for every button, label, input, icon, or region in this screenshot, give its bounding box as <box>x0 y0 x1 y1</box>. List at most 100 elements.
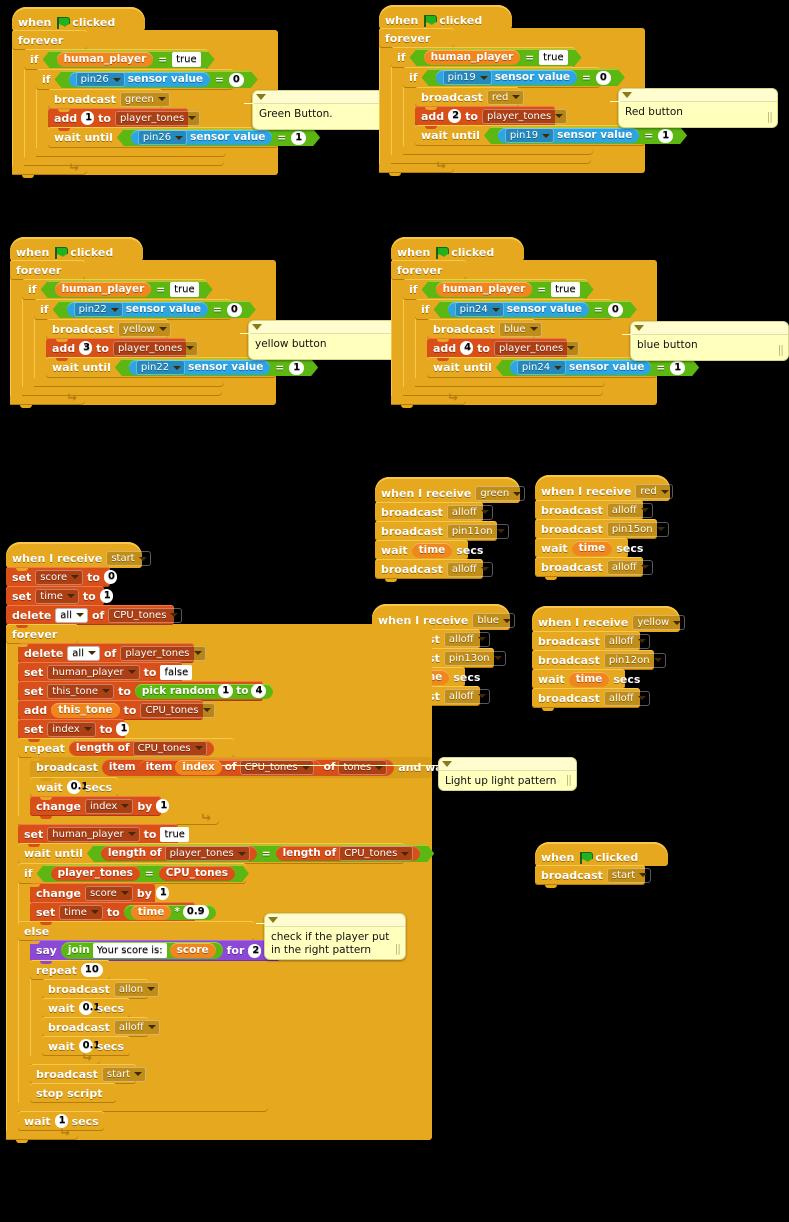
when-green-flag-clicked-hat[interactable]: when clicked <box>10 237 143 264</box>
receive-message-dropdown[interactable]: blue <box>472 613 515 628</box>
sensor-target-one[interactable]: 1 <box>670 361 685 375</box>
equals-operator-sensor[interactable]: pin19 sensor value = 0 <box>422 69 625 86</box>
sensor-target-zero[interactable]: 0 <box>596 71 611 85</box>
if-header-outer[interactable]: if human_player = true <box>22 279 206 303</box>
if-header-outer[interactable]: if human_player = true <box>24 49 208 73</box>
value-true[interactable]: true <box>539 50 568 65</box>
repeat-count[interactable]: 10 <box>80 963 103 977</box>
comment-red-button[interactable]: Red button || <box>618 88 778 128</box>
if-human-player-block[interactable]: if human_player = true if <box>403 279 657 399</box>
variable-dropdown[interactable]: score <box>35 569 84 585</box>
say-score-block[interactable]: say join Your score is: score for 2 secs <box>30 940 293 964</box>
list-dropdown[interactable]: player_tones <box>115 110 201 126</box>
resize-grip-icon[interactable]: || <box>566 773 573 786</box>
green-flag-start-script[interactable]: when clicked broadcast start <box>535 842 668 888</box>
broadcast-message-dropdown[interactable]: alloff <box>443 631 490 647</box>
list-dropdown[interactable]: player_tones <box>120 645 206 661</box>
when-green-flag-clicked-hat[interactable]: when clicked <box>535 842 668 869</box>
broadcast-message-dropdown[interactable]: yellow <box>117 321 171 337</box>
variable-human-player[interactable]: human_player <box>424 50 521 65</box>
tone-number[interactable]: 4 <box>460 341 474 355</box>
value-true[interactable]: true <box>160 826 189 842</box>
else-header[interactable]: else <box>18 921 254 944</box>
broadcast-message-dropdown[interactable]: pin12on <box>603 652 666 668</box>
broadcast-message-dropdown[interactable]: alloff <box>446 504 493 520</box>
broadcast-message-dropdown[interactable]: red <box>486 89 525 105</box>
repeat-10-block[interactable]: repeat 10 broadcast allon wait 0.1 secs … <box>30 960 432 1068</box>
variable-dropdown[interactable]: index <box>47 721 96 737</box>
if-header-inner[interactable]: if pin19 sensor value = 0 <box>403 67 600 91</box>
length-of-cpu-tones[interactable]: length of CPU_tones <box>276 846 421 861</box>
value-true[interactable]: true <box>172 52 201 67</box>
broadcast-block[interactable]: broadcast red <box>415 87 525 110</box>
comment-titlebar[interactable] <box>265 914 405 927</box>
list-dropdown[interactable]: player_tones <box>482 108 568 124</box>
pin-dropdown[interactable]: pin19 <box>443 70 492 85</box>
pin-dropdown[interactable]: pin22 <box>74 302 123 317</box>
collapse-triangle-icon[interactable] <box>634 325 644 331</box>
comment-check-pattern[interactable]: check if the player put in the right pat… <box>264 913 406 960</box>
value-true[interactable]: true <box>551 282 580 297</box>
variable-index[interactable]: index <box>175 760 222 775</box>
join-operator[interactable]: join Your score is: score <box>60 942 223 959</box>
variable-human-player[interactable]: human_player <box>55 282 152 297</box>
pin-dropdown[interactable]: pin26 <box>138 130 187 145</box>
list-dropdown[interactable]: player_tones <box>113 340 199 356</box>
variable-dropdown[interactable]: human_player <box>47 826 140 842</box>
equals-operator-wait[interactable]: pin24 sensor value = 1 <box>496 359 699 376</box>
broadcast-block[interactable]: broadcast green <box>48 89 170 112</box>
pin-dropdown[interactable]: pin19 <box>505 128 554 143</box>
wait-until-block[interactable]: wait until pin22 sensor value = 1 <box>46 357 276 381</box>
sensor-value-reporter[interactable]: pin22 sensor value <box>67 302 208 317</box>
equals-operator-sensor[interactable]: pin22 sensor value = 0 <box>53 301 256 318</box>
broadcast-message-dropdown[interactable]: pin15on <box>606 521 669 537</box>
list-dropdown[interactable]: player_tones <box>494 340 580 356</box>
item-index-of-cpu-tones-reporter[interactable]: item index of CPU_tones <box>138 760 321 775</box>
wait-seconds[interactable]: 0.1 <box>66 780 88 794</box>
broadcast-message-dropdown[interactable]: alloff <box>603 633 650 649</box>
when-i-receive-hat[interactable]: when I receive yellow <box>532 606 686 635</box>
say-seconds[interactable]: 2 <box>248 943 262 958</box>
main-game-script[interactable]: when I receive start set score to 0 set … <box>6 542 452 1143</box>
yellow-button-script[interactable]: when clicked forever if human_player = t… <box>10 237 276 408</box>
variable-dropdown[interactable]: index <box>84 798 134 814</box>
delete-index-dropdown[interactable]: all <box>67 645 100 661</box>
when-i-receive-hat[interactable]: when I receive green <box>375 477 526 506</box>
broadcast-message-dropdown[interactable]: start <box>606 867 652 883</box>
say-text-input[interactable]: Your score is: <box>92 943 167 958</box>
index-value[interactable]: 1 <box>116 722 130 736</box>
variable-time[interactable]: time <box>130 904 172 920</box>
sensor-value-reporter[interactable]: pin26 sensor value <box>69 72 210 87</box>
comment-titlebar[interactable] <box>619 89 777 102</box>
red-button-script[interactable]: when clicked forever if human_player = t… <box>379 5 645 176</box>
resize-grip-icon[interactable]: || <box>395 942 402 955</box>
broadcast-message-dropdown[interactable]: alloff <box>603 690 650 706</box>
broadcast-message-dropdown[interactable]: alloff <box>446 561 493 577</box>
pin-dropdown[interactable]: pin26 <box>76 72 125 87</box>
delete-all-player-tones-block[interactable]: delete all of player_tones <box>18 643 206 666</box>
comment-titlebar[interactable] <box>631 322 788 335</box>
if-header-outer[interactable]: if human_player = true <box>403 279 587 303</box>
wait-until-lengths-equal-block[interactable]: wait until length of player_tones = leng… <box>18 843 404 867</box>
sensor-value-reporter[interactable]: pin24 sensor value <box>448 302 589 317</box>
blue-button-script[interactable]: when clicked forever if human_player = t… <box>391 237 657 408</box>
receive-red-script[interactable]: when I receive red broadcast alloff broa… <box>535 475 673 580</box>
pick-random-reporter[interactable]: pick random 1 to 4 <box>134 683 274 699</box>
if-header-inner[interactable]: if pin24 sensor value = 0 <box>415 299 612 323</box>
sensor-target-zero[interactable]: 0 <box>229 73 244 87</box>
collapse-triangle-icon[interactable] <box>256 94 266 100</box>
broadcast-block[interactable]: broadcast blue <box>427 319 542 342</box>
equals-operator-human-player[interactable]: human_player = true <box>410 49 582 66</box>
if-header-inner[interactable]: if pin22 sensor value = 0 <box>34 299 231 323</box>
collapse-triangle-icon[interactable] <box>622 92 632 98</box>
comment-yellow-button[interactable]: yellow button || <box>248 320 406 360</box>
tones-list-dropdown[interactable]: tones <box>338 760 388 775</box>
variable-dropdown[interactable]: human_player <box>47 664 140 680</box>
decay-factor[interactable]: 0.9 <box>182 905 209 919</box>
broadcast-message-dropdown[interactable]: allon <box>113 981 160 997</box>
if-header-outer[interactable]: if human_player = true <box>391 47 575 71</box>
length-of-reporter[interactable]: length of CPU_tones <box>68 740 214 756</box>
variable-dropdown[interactable]: score <box>84 885 133 901</box>
random-to[interactable]: 4 <box>251 684 267 698</box>
equals-operator-lengths[interactable]: length of player_tones = length of CPU_t… <box>87 845 434 862</box>
